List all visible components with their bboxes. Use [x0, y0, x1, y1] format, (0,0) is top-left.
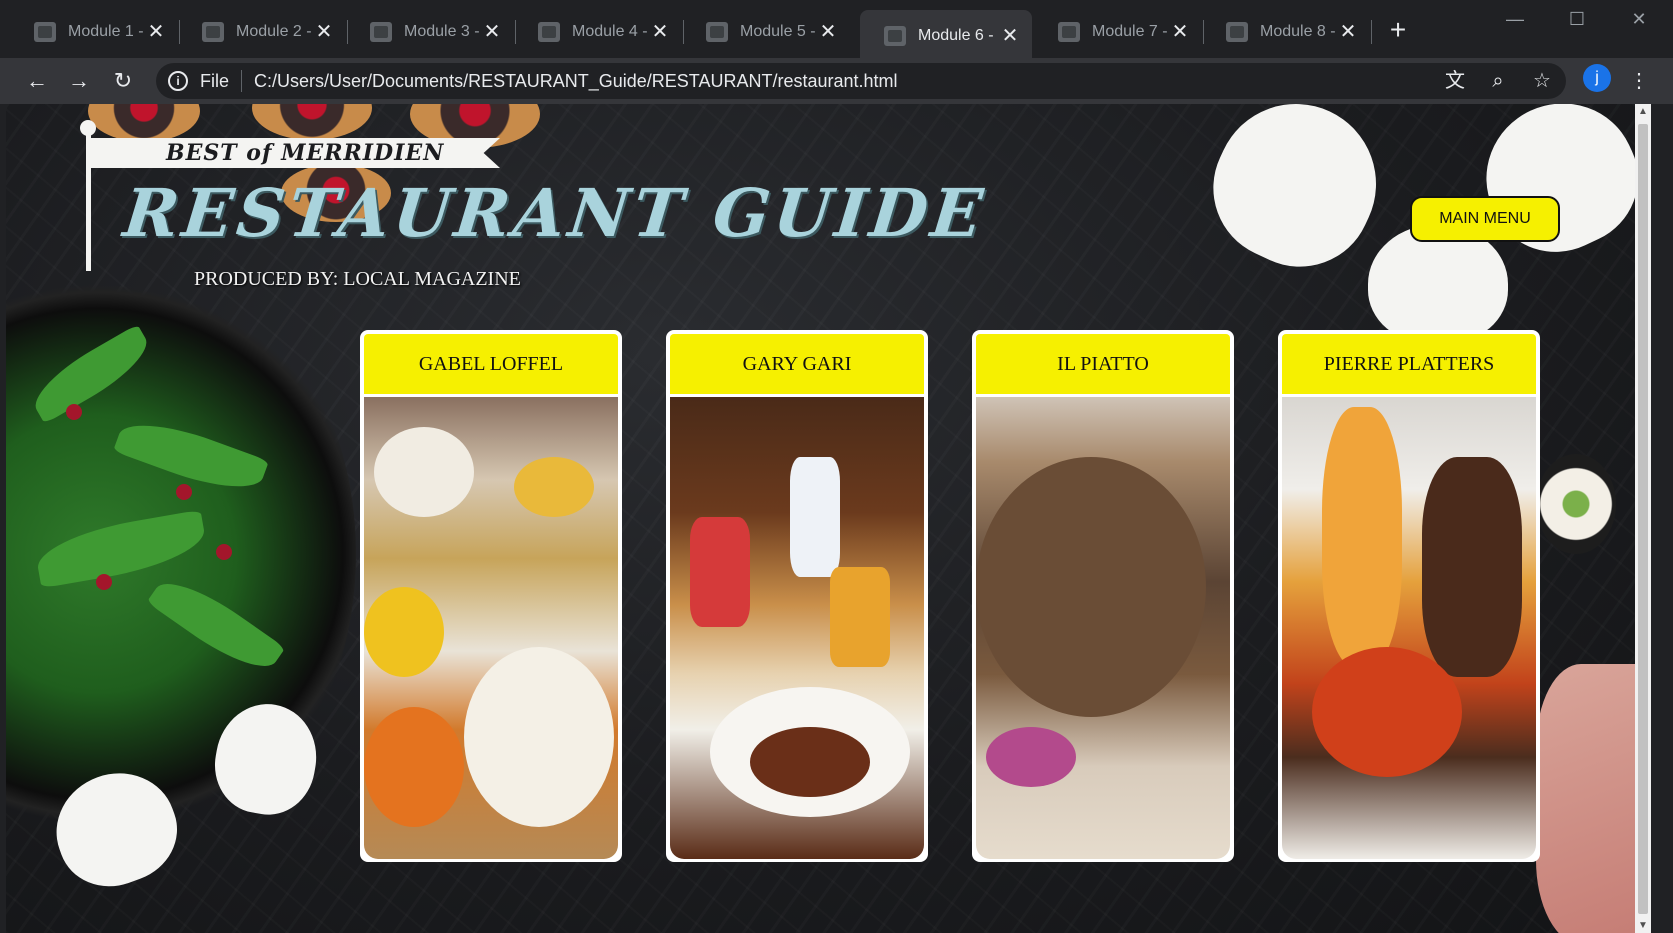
tab-close-icon[interactable]: ✕ [1168, 20, 1192, 44]
tab-module-6[interactable]: Module 6 - ✕ [860, 10, 1032, 62]
page-title: RESTAURANT GUIDE [119, 174, 991, 252]
page-scrollbar[interactable]: ▲ ▼ [1635, 104, 1651, 933]
restaurant-food-photo[interactable] [1282, 397, 1536, 859]
url-text[interactable]: C:/Users/User/Documents/RESTAURANT_Guide… [254, 71, 898, 92]
cocktail-shape [690, 517, 750, 627]
tab-module-5[interactable]: Module 5 - ✕ [682, 12, 850, 52]
page-favicon-icon [202, 22, 224, 42]
page-favicon-icon [706, 22, 728, 42]
scroll-up-icon[interactable]: ▲ [1638, 106, 1648, 117]
restaurant-card[interactable]: GABEL LOFFEL [360, 330, 622, 862]
restaurant-card[interactable]: GARY GARI [666, 330, 928, 862]
page-favicon-icon [1226, 22, 1248, 42]
lobster-tail-shape [1322, 407, 1402, 667]
page-favicon-icon [34, 22, 56, 42]
restaurant-name[interactable]: GABEL LOFFEL [364, 334, 618, 394]
restaurant-name[interactable]: IL PIATTO [976, 334, 1230, 394]
blini-decoration [252, 104, 372, 140]
pomegranate-decoration [96, 574, 112, 590]
restaurant-name[interactable]: PIERRE PLATTERS [1282, 334, 1536, 394]
tab-label: Module 1 - [68, 23, 144, 40]
tab-separator [1371, 20, 1372, 44]
restaurant-food-photo[interactable] [364, 397, 618, 859]
address-bar[interactable]: i File C:/Users/User/Documents/RESTAURAN… [156, 63, 1566, 99]
zoom-icon[interactable]: ⌕ [1485, 68, 1511, 94]
scrollbar-thumb[interactable] [1638, 124, 1648, 914]
profile-avatar[interactable]: j [1583, 64, 1611, 92]
tab-module-4[interactable]: Module 4 - ✕ [514, 12, 684, 52]
steak-shape [750, 727, 870, 797]
restaurant-name[interactable]: GARY GARI [670, 334, 924, 394]
minimize-icon[interactable]: — [1492, 6, 1538, 32]
close-window-icon[interactable]: ✕ [1616, 6, 1662, 32]
blini-decoration [88, 104, 200, 142]
corn-shape [364, 587, 444, 677]
tab-close-icon[interactable]: ✕ [480, 20, 504, 44]
spoon-appetizer-decoration [1189, 104, 1403, 291]
tab-label: Module 8 - [1260, 23, 1336, 40]
corn-shape [514, 457, 594, 517]
tab-module-1[interactable]: Module 1 - ✕ [10, 12, 180, 52]
tab-label: Module 5 - [740, 23, 816, 40]
tab-label: Module 7 - [1092, 23, 1168, 40]
cabbage-shape [986, 727, 1076, 787]
tab-close-icon[interactable]: ✕ [998, 24, 1022, 48]
beer-shape [830, 567, 890, 667]
page-favicon-icon [1058, 22, 1080, 42]
site-info-icon[interactable]: i [168, 71, 188, 91]
restaurant-card[interactable]: IL PIATTO [972, 330, 1234, 862]
page-favicon-icon [538, 22, 560, 42]
tab-strip: Module 1 - ✕ Module 2 - ✕ Module 3 - ✕ M… [0, 0, 1673, 62]
main-menu-button[interactable]: MAIN MENU [1410, 196, 1560, 242]
tab-module-3[interactable]: Module 3 - ✕ [346, 12, 516, 52]
maximize-icon[interactable]: ☐ [1554, 6, 1600, 32]
tab-label: Module 6 - [918, 27, 994, 44]
spoon-appetizer-decoration [1368, 224, 1508, 344]
tab-close-icon[interactable]: ✕ [648, 20, 672, 44]
address-divider [241, 70, 243, 92]
tab-close-icon[interactable]: ✕ [312, 20, 336, 44]
restaurant-card[interactable]: PIERRE PLATTERS [1278, 330, 1540, 862]
new-tab-button[interactable]: + [1383, 16, 1413, 46]
restaurant-food-photo[interactable] [670, 397, 924, 859]
forward-arrow-icon[interactable]: → [64, 66, 94, 96]
tab-close-icon[interactable]: ✕ [1336, 20, 1360, 44]
byline-text: PRODUCED BY: LOCAL MAGAZINE [194, 268, 521, 290]
gravy-shape [464, 647, 614, 827]
back-arrow-icon[interactable]: ← [22, 66, 52, 96]
pomegranate-decoration [66, 404, 82, 420]
browser-toolbar: ← → ↻ i File C:/Users/User/Documents/RES… [0, 58, 1673, 104]
cocktail-shape [790, 457, 840, 577]
page-favicon-icon [370, 22, 392, 42]
tab-label: Module 2 - [236, 23, 312, 40]
restaurant-food-photo[interactable] [976, 397, 1230, 859]
pomegranate-decoration [176, 484, 192, 500]
lobster-shell-shape [1312, 647, 1462, 777]
page-favicon-icon [884, 26, 906, 46]
scheme-label: File [200, 70, 230, 91]
ribbon-text: BEST of MERRIDIEN [166, 140, 445, 166]
tab-module-8[interactable]: Module 8 - ✕ [1202, 12, 1372, 52]
translate-icon[interactable]: 文 [1442, 68, 1468, 94]
tab-label: Module 4 - [572, 23, 648, 40]
pomegranate-decoration [216, 544, 232, 560]
sushi-decoration [1536, 454, 1616, 554]
salmon-decoration [1536, 664, 1651, 933]
reload-icon[interactable]: ↻ [108, 66, 138, 96]
tab-module-7[interactable]: Module 7 - ✕ [1034, 12, 1204, 52]
roast-fish-shape [976, 457, 1206, 717]
scroll-down-icon[interactable]: ▼ [1638, 920, 1648, 931]
tab-close-icon[interactable]: ✕ [144, 20, 168, 44]
dessert-shape [374, 427, 474, 517]
steak-shape [1422, 457, 1522, 677]
page-viewport: BEST of MERRIDIEN RESTAURANT GUIDE PRODU… [6, 104, 1651, 933]
carrot-shape [364, 707, 464, 827]
kebab-menu-icon[interactable]: ⋮ [1626, 68, 1652, 94]
tab-module-2[interactable]: Module 2 - ✕ [178, 12, 348, 52]
bookmark-star-icon[interactable]: ☆ [1529, 68, 1555, 94]
tab-label: Module 3 - [404, 23, 480, 40]
tab-close-icon[interactable]: ✕ [816, 20, 840, 44]
